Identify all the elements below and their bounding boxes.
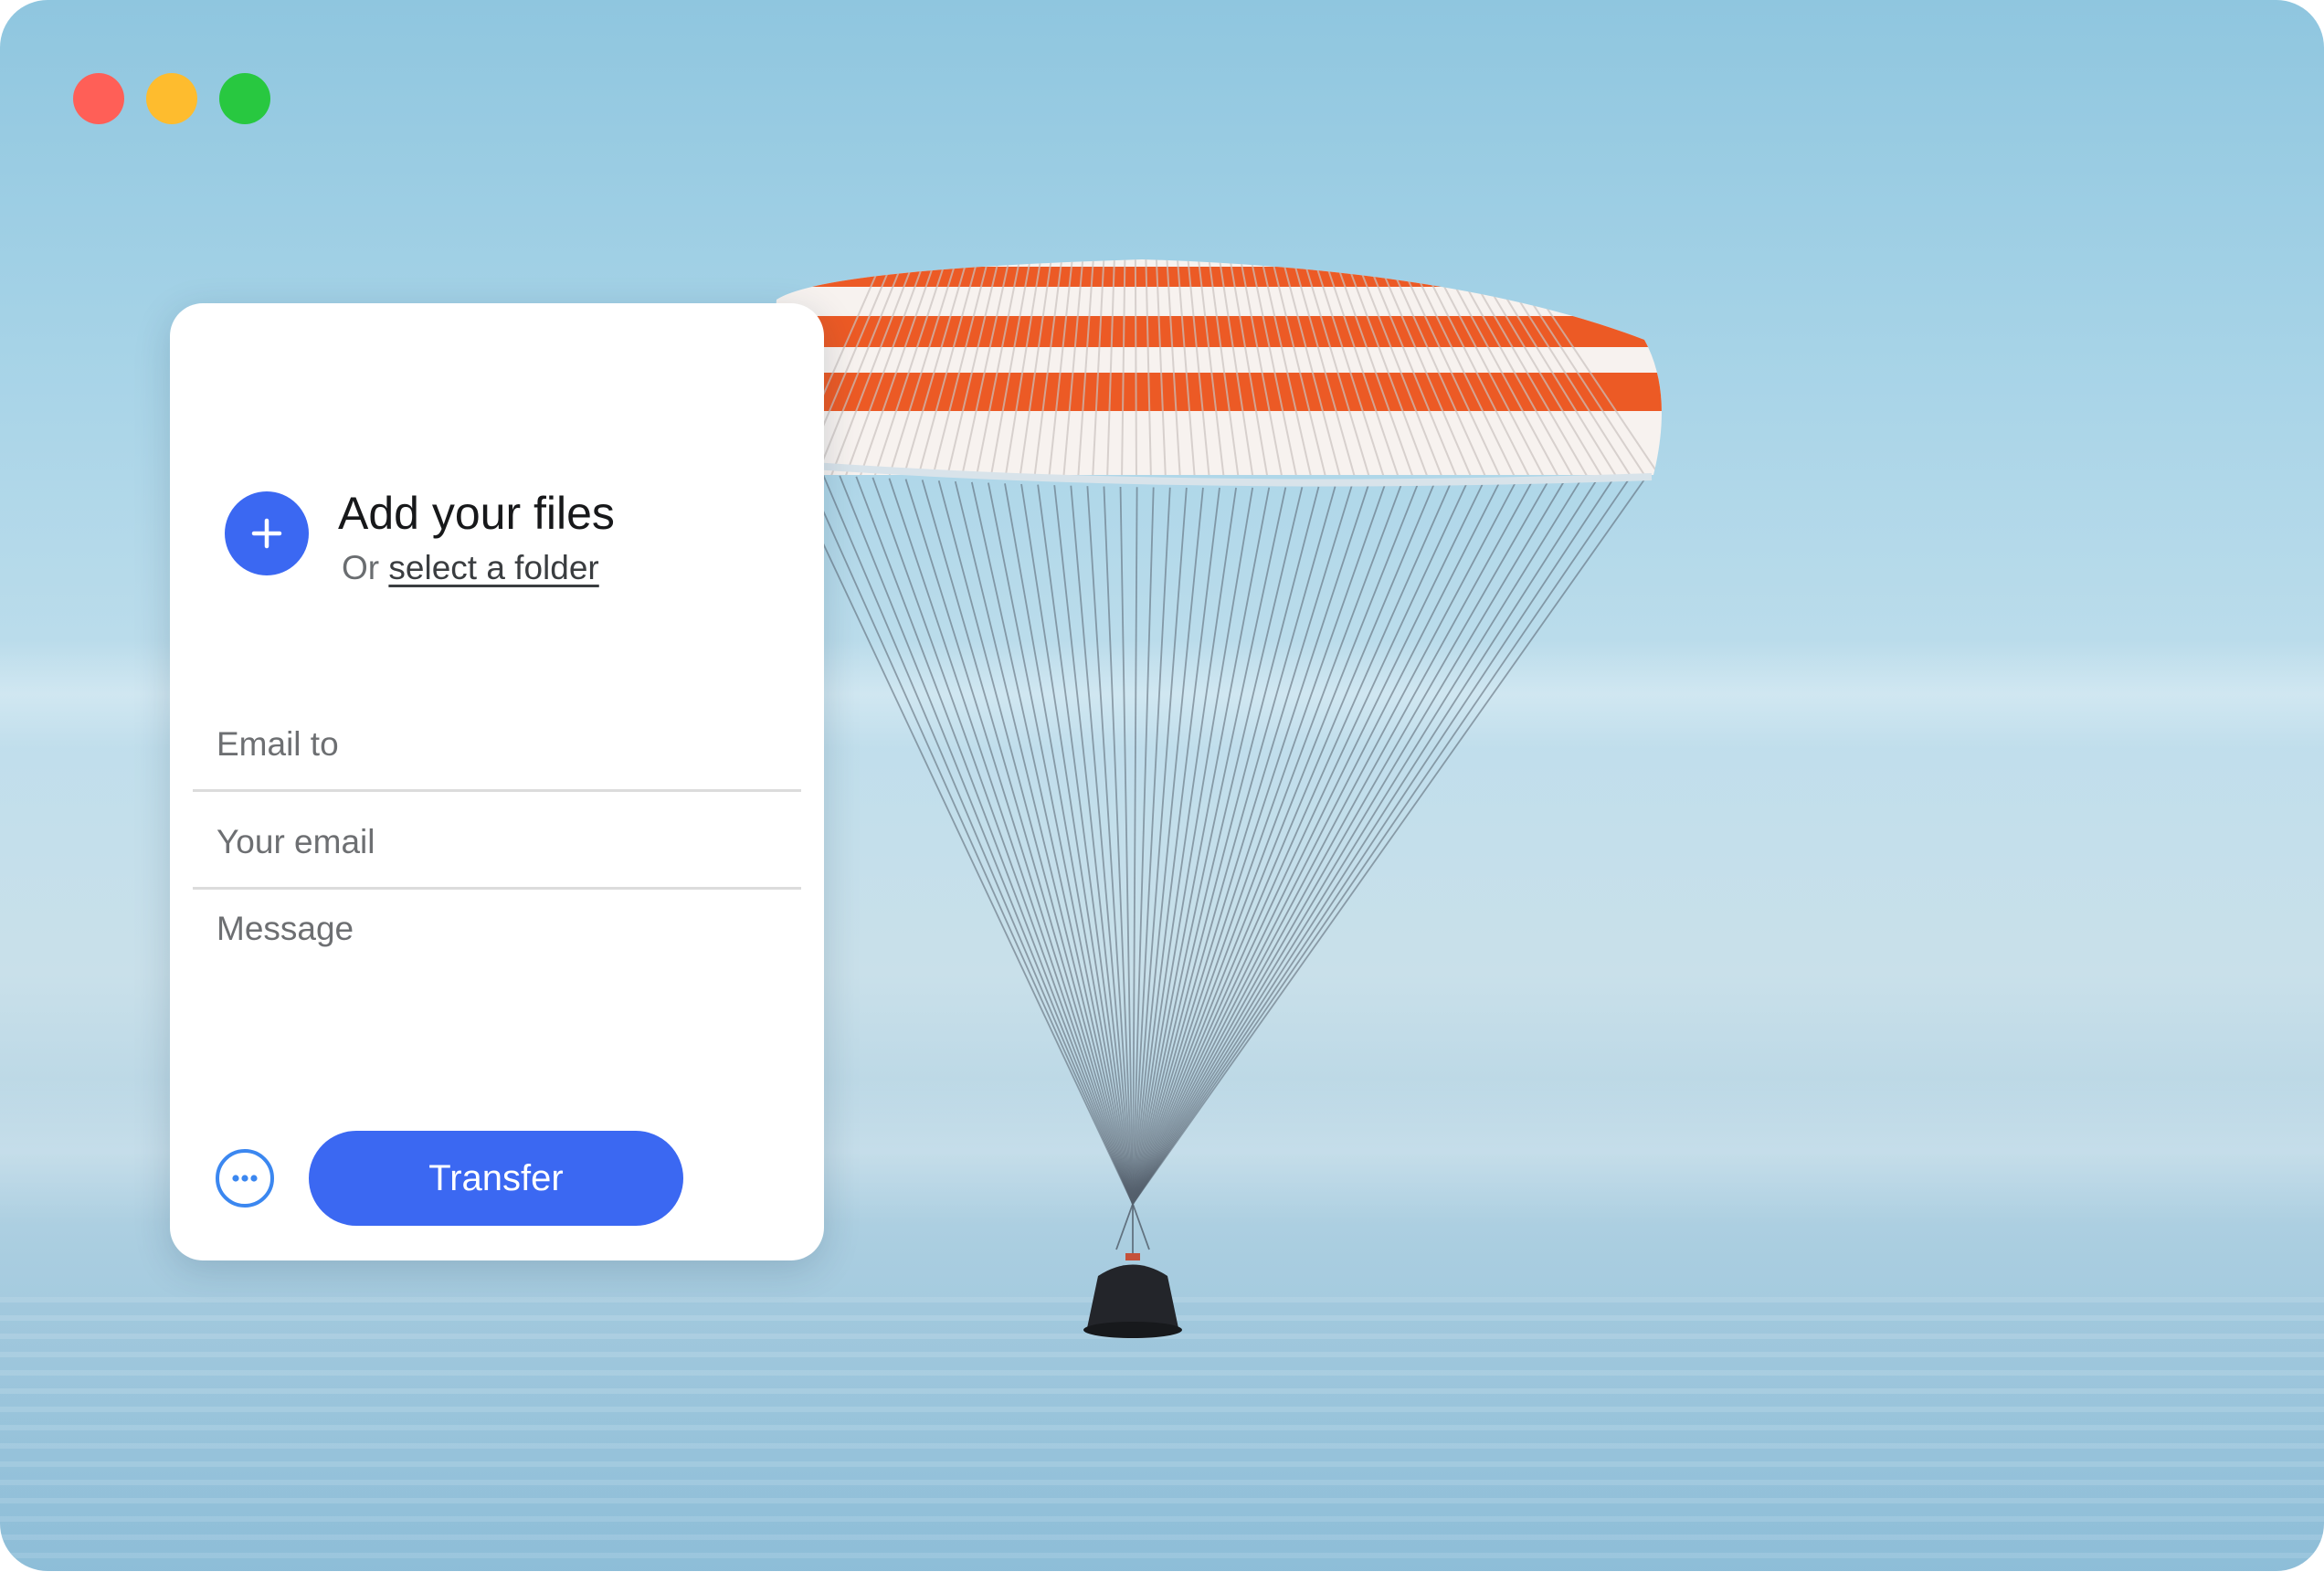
select-folder-prefix: Or (342, 549, 380, 586)
your-email-field[interactable] (193, 810, 801, 874)
close-window-button[interactable] (73, 73, 124, 124)
field-divider (193, 789, 801, 792)
more-options-button[interactable] (216, 1149, 274, 1208)
select-folder-line: Or select a folder (342, 546, 599, 590)
minimize-window-button[interactable] (146, 73, 197, 124)
plus-icon (251, 518, 282, 549)
ellipsis-icon (232, 1175, 258, 1182)
email-to-field[interactable] (193, 712, 801, 776)
select-folder-link[interactable]: select a folder (388, 549, 598, 586)
transfer-button[interactable]: Transfer (309, 1131, 683, 1226)
parachute-lines (789, 472, 1650, 1253)
message-field[interactable] (193, 906, 801, 1070)
upload-panel: Add your files Or select a folder Transf… (170, 303, 824, 1260)
zoom-window-button[interactable] (219, 73, 270, 124)
add-files-title: Add your files (338, 488, 615, 539)
app-window: Add your files Or select a folder Transf… (0, 0, 2324, 1571)
field-divider (193, 887, 801, 890)
add-files-button[interactable] (225, 491, 309, 575)
